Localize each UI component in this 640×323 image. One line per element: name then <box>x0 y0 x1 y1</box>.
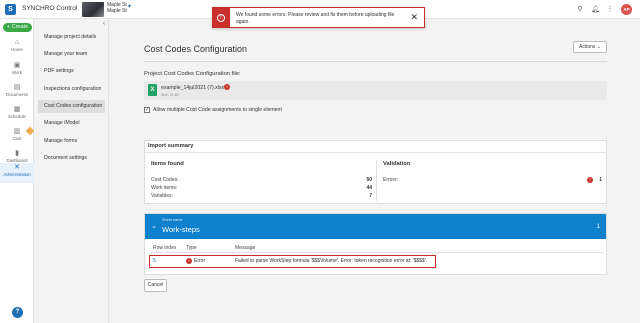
rail-item-label: Documents <box>6 92 28 97</box>
home-icon: ⌂ <box>14 39 20 46</box>
rail-item-documents[interactable]: ▤ Documents <box>0 83 34 102</box>
allow-multiple-row[interactable]: ✓ Allow multiple Cost Code assignments t… <box>144 107 282 113</box>
left-rail: + Create ⌂ Home ▣ Work ▤ Documents ▦ Sch… <box>0 19 35 323</box>
sheet-panel: ⌄ Sheet name Work-steps 1 Row index Type… <box>144 213 607 275</box>
row-message: Failed to parse WorkStep formula '$$$Vol… <box>235 258 428 264</box>
actions-button[interactable]: Actions ⌄ <box>573 41 607 53</box>
rail-item-label: Administration <box>3 172 31 177</box>
row-type: Error <box>194 258 206 264</box>
work-items-label: Work items: <box>151 185 178 191</box>
nav-item-team[interactable]: Manage your team <box>38 48 105 61</box>
errors-value: 1 <box>599 177 602 183</box>
rail-item-label: Cost <box>12 136 22 141</box>
synchro-logo-icon[interactable]: S <box>5 4 16 15</box>
nav-item-project-details[interactable]: Manage project details <box>38 31 105 44</box>
rail-item-label: Schedule <box>8 114 26 119</box>
cost-codes-label: Cost Codes: <box>151 177 179 183</box>
administration-icon: ✕ <box>14 164 20 171</box>
settings-nav: ‹ Manage project details Manage your tea… <box>34 19 109 323</box>
allow-multiple-checkbox[interactable]: ✓ <box>144 107 150 113</box>
project-thumbnail[interactable] <box>82 2 104 17</box>
nav-item-imodel[interactable]: Manage iModel <box>38 117 105 130</box>
collapse-icon[interactable]: ‹ <box>103 21 105 27</box>
variables-value: 7 <box>369 193 372 199</box>
nav-item-forms[interactable]: Manage forms <box>38 135 105 148</box>
user-avatar[interactable]: AP <box>621 4 632 15</box>
rail-item-administration[interactable]: ✕ Administration <box>0 163 34 183</box>
column-header-type: Type <box>186 245 197 251</box>
column-header-row-index: Row index <box>153 245 177 251</box>
work-icon: ▣ <box>13 62 21 69</box>
file-card[interactable]: X example_14jul2021 (7).xlsx Size: 41 kB… <box>144 81 607 100</box>
sheet-header[interactable]: ⌄ Sheet name Work-steps 1 <box>145 214 606 239</box>
rail-item-cost[interactable]: ▥ Cost <box>0 126 35 146</box>
error-icon: ! <box>587 177 593 183</box>
items-found-title: Items found <box>151 161 184 167</box>
bell-icon[interactable]: 🔔︎ <box>591 5 600 15</box>
allow-multiple-label: Allow multiple Cost Code assignments to … <box>153 107 282 113</box>
error-icon: ! <box>224 84 230 90</box>
column-header-message: Message <box>235 245 256 251</box>
main-content: Cost Codes Configuration Actions ⌄ Proje… <box>110 19 640 323</box>
cancel-button[interactable]: Cancel <box>144 279 167 292</box>
cost-codes-value: 50 <box>366 177 372 183</box>
file-size: Size: 41 kB <box>161 93 179 97</box>
excel-file-icon: X <box>148 84 157 96</box>
sheet-name: Work-steps <box>162 225 200 234</box>
divider <box>145 152 606 153</box>
nav-item-pdf-settings[interactable]: PDF settings <box>38 65 105 78</box>
work-items-value: 44 <box>366 185 372 191</box>
file-name: example_14jul2021 (7).xlsx <box>161 85 225 91</box>
divider <box>376 160 377 201</box>
rail-item-schedule[interactable]: ▦ Schedule <box>0 105 34 124</box>
variables-label: Variables: <box>151 193 173 199</box>
help-button[interactable]: ? <box>12 307 23 318</box>
errors-label: Errors: <box>383 177 398 183</box>
rail-item-label: Work <box>12 70 22 75</box>
row-index-link[interactable]: 5 <box>153 258 156 264</box>
project-subname: Maple St <box>107 8 127 14</box>
config-file-label: Project Cost Codes Configuration file: <box>144 71 241 77</box>
nav-item-document-settings[interactable]: Document settings <box>38 152 105 165</box>
divider <box>149 252 604 253</box>
rail-item-home[interactable]: ⌂ Home <box>0 38 34 57</box>
import-summary-title: Import summary <box>148 143 194 149</box>
rail-item-work[interactable]: ▣ Work <box>0 61 34 80</box>
import-summary: Import summary Items found Cost Codes: 5… <box>144 140 607 204</box>
sheet-error-count: 1 <box>596 224 600 230</box>
create-button[interactable]: + Create <box>3 23 32 32</box>
dashboard-icon: ▮ <box>15 150 19 157</box>
error-icon: ! <box>186 258 192 264</box>
page-title: Cost Codes Configuration <box>144 44 248 54</box>
sheet-name-caption: Sheet name <box>162 218 183 222</box>
rail-item-label: Home <box>11 47 23 52</box>
documents-icon: ▤ <box>13 84 21 91</box>
apps-grid-icon[interactable]: ⋮ <box>606 5 614 15</box>
location-icon[interactable]: ⚲ <box>576 5 584 15</box>
nav-item-cost-codes[interactable]: Cost Codes configuration <box>38 100 105 113</box>
divider <box>144 61 607 62</box>
chevron-down-icon[interactable]: ⌄ <box>151 222 157 230</box>
app-name: SYNCHRO Control <box>22 5 78 12</box>
schedule-icon: ▦ <box>13 106 21 113</box>
nav-item-inspections[interactable]: Inspections configuration <box>38 83 105 96</box>
project-selector[interactable]: Maple St Maple St <box>107 2 127 14</box>
validation-title: Validation <box>383 161 411 167</box>
pin-icon[interactable]: ✦ <box>127 4 133 10</box>
